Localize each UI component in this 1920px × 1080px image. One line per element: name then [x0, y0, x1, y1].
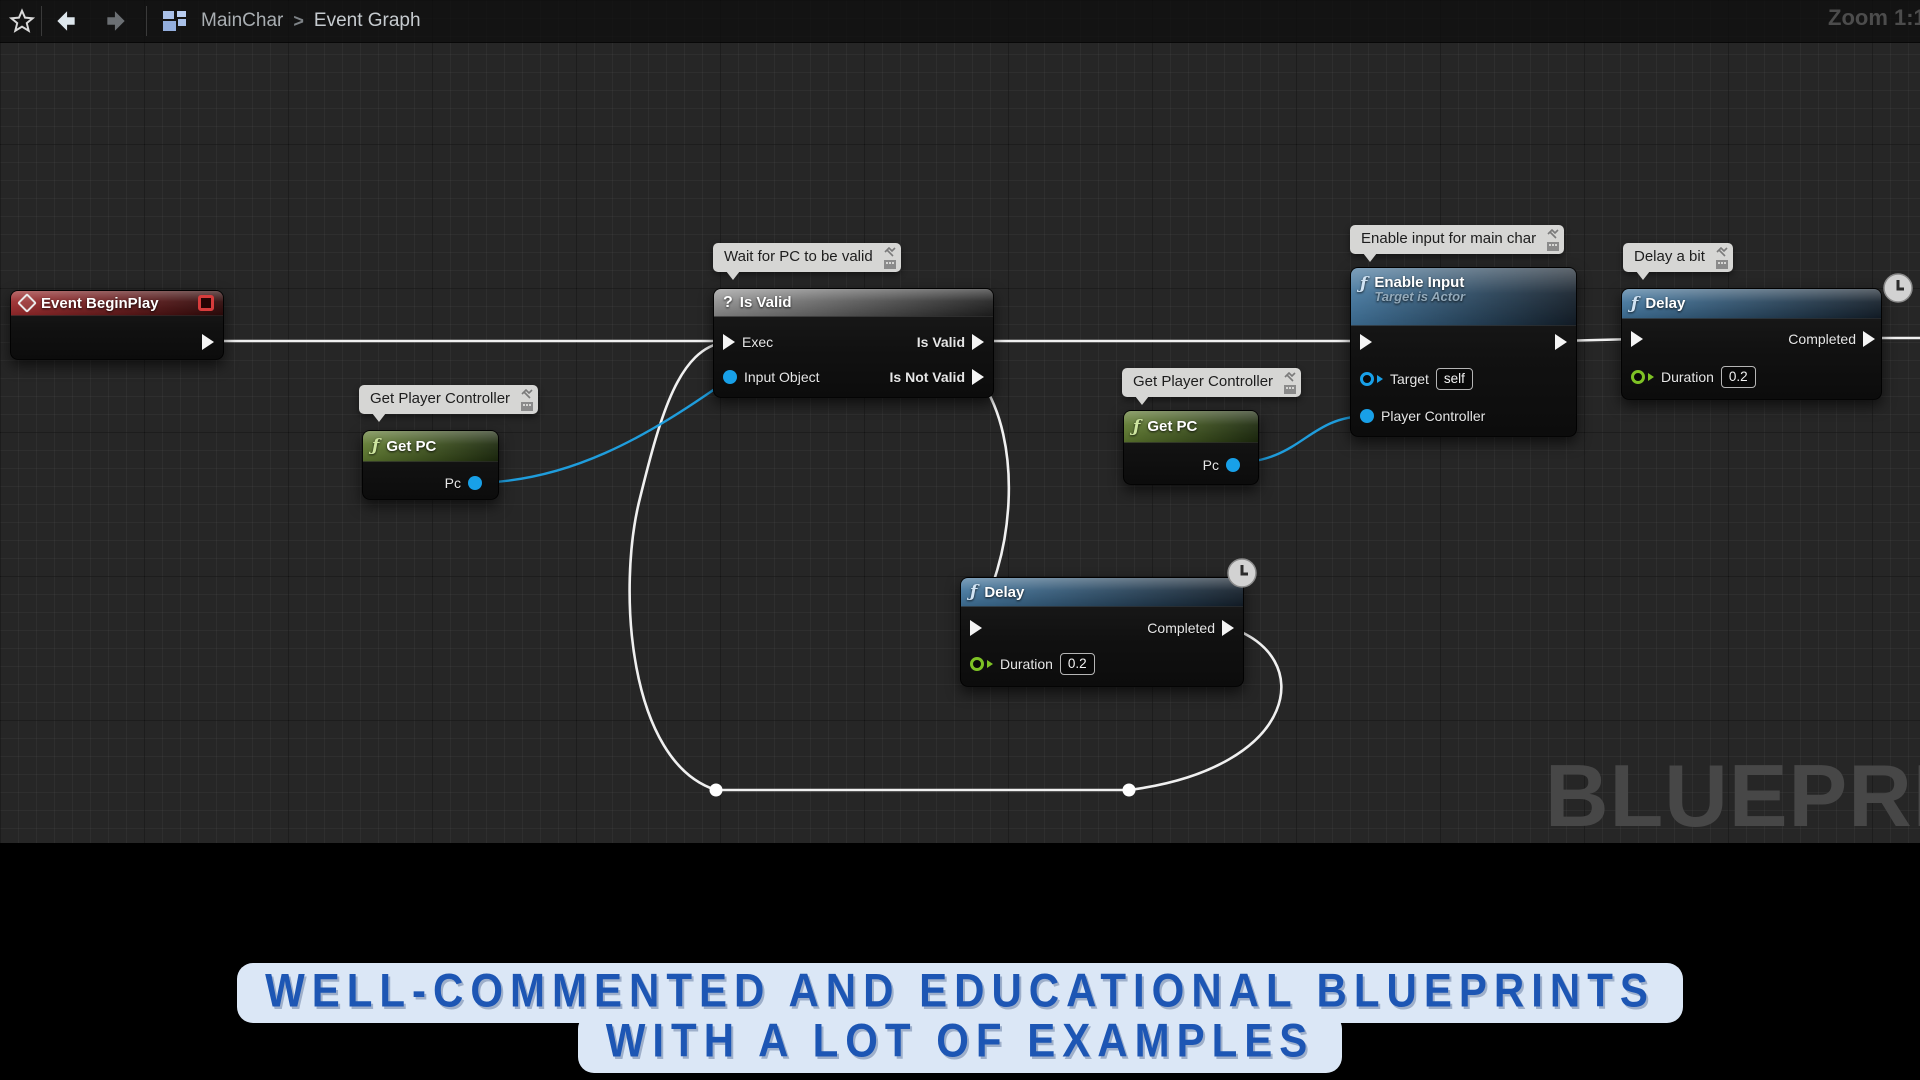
pin-pc-out[interactable]: Pc [1203, 455, 1240, 475]
comment-bubble-is-valid[interactable]: Wait for PC to be valid [713, 243, 901, 272]
pin-player-controller[interactable]: Player Controller [1360, 406, 1485, 426]
node-title: Delay [1645, 295, 1685, 312]
function-icon: ƒ [1133, 417, 1140, 437]
node-delay-end[interactable]: ƒ Delay Completed Duration 0.2 [1621, 288, 1882, 400]
nav-forward-button[interactable] [102, 8, 130, 34]
comment-bubble-enable-input[interactable]: Enable input for main char [1350, 225, 1564, 254]
comment-bubble-get-pc-1[interactable]: Get Player Controller [359, 385, 538, 414]
node-title: Delay [984, 584, 1024, 601]
toolbar-separator [146, 6, 147, 36]
node-is-valid[interactable]: ? Is Valid Exec Is Valid Input Object Is… [713, 288, 994, 398]
node-event-beginplay[interactable]: Event BeginPlay [10, 290, 224, 360]
toolbar-separator [41, 6, 42, 36]
duration-value-field[interactable]: 0.2 [1060, 653, 1095, 675]
node-title: Is Valid [740, 294, 792, 311]
pin-exec-out[interactable] [202, 332, 214, 352]
pin-duration[interactable]: Duration 0.2 [970, 654, 1095, 674]
comment-text: Wait for PC to be valid [724, 248, 873, 265]
pushpin-icon [1284, 372, 1296, 383]
pin-exec-in[interactable] [970, 618, 982, 638]
node-title: Event BeginPlay [41, 295, 159, 312]
function-icon: ƒ [970, 582, 977, 602]
nav-back-button[interactable] [52, 8, 80, 34]
function-icon: ƒ [1360, 274, 1367, 294]
star-icon [9, 8, 35, 34]
pin-target[interactable]: Target self [1360, 369, 1473, 389]
pin-exec-out[interactable] [1555, 332, 1567, 352]
node-get-pc-2[interactable]: ƒ Get PC Pc [1123, 410, 1259, 485]
zoom-level-indicator: Zoom 1:1 [1828, 5, 1920, 31]
pin-exec-in[interactable] [1631, 329, 1643, 349]
blueprint-graph-canvas[interactable]: BLUEPRINT Get Player Controller Wait for… [0, 0, 1920, 843]
favorite-star-button[interactable] [9, 8, 35, 34]
pin-pc-out[interactable]: Pc [445, 473, 482, 493]
wire-layer [0, 0, 1920, 843]
arrow-forward-icon [102, 8, 130, 34]
pin-exec-in[interactable] [1360, 332, 1372, 352]
node-delay-loop[interactable]: ƒ Delay Completed Duration 0.2 [960, 577, 1244, 687]
question-icon: ? [723, 294, 733, 312]
comment-text: Get Player Controller [1133, 373, 1273, 390]
pushpin-icon [884, 247, 896, 258]
comment-text: Get Player Controller [370, 390, 510, 407]
exec-wire-loop-up [630, 342, 725, 790]
comment-grid-icon [1716, 260, 1728, 269]
comment-bubble-delay[interactable]: Delay a bit [1623, 243, 1733, 272]
marketing-banner: WELL-COMMENTED AND EDUCATIONAL BLUEPRINT… [0, 963, 1920, 1073]
pushpin-icon [1547, 229, 1559, 240]
blueprint-class-icon [161, 8, 191, 34]
duration-value-field[interactable]: 0.2 [1721, 366, 1756, 388]
breadcrumb-asset[interactable]: MainChar [201, 10, 283, 32]
function-icon: ƒ [1631, 294, 1638, 314]
breadcrumb-graph[interactable]: Event Graph [314, 10, 421, 32]
comment-bubble-get-pc-2[interactable]: Get Player Controller [1122, 368, 1301, 397]
node-enable-input[interactable]: ƒ Enable Input Target is Actor Target se… [1350, 267, 1577, 437]
node-title: Get PC [386, 438, 436, 455]
comment-text: Enable input for main char [1361, 230, 1536, 247]
pin-duration[interactable]: Duration 0.2 [1631, 367, 1756, 387]
event-diamond-icon [17, 293, 37, 313]
arrow-back-icon [52, 8, 80, 34]
breadcrumb-chevron-icon: > [293, 11, 304, 32]
comment-grid-icon [1284, 385, 1296, 394]
reroute-node[interactable] [1123, 784, 1136, 797]
bottom-band: WELL-COMMENTED AND EDUCATIONAL BLUEPRINT… [0, 843, 1920, 1080]
event-badge-icon [198, 295, 214, 311]
latent-clock-icon [1227, 558, 1257, 588]
pin-completed-out[interactable]: Completed [1788, 329, 1875, 349]
comment-text: Delay a bit [1634, 248, 1705, 265]
pin-is-valid-out[interactable]: Is Valid [917, 332, 984, 352]
node-title: Get PC [1147, 418, 1197, 435]
comment-grid-icon [521, 402, 533, 411]
blueprint-watermark: BLUEPRINT [1545, 745, 1920, 843]
node-get-pc-1[interactable]: ƒ Get PC Pc [362, 430, 499, 500]
pin-exec-in[interactable]: Exec [723, 332, 773, 352]
target-value-field[interactable]: self [1436, 368, 1473, 390]
pin-is-not-valid-out[interactable]: Is Not Valid [890, 367, 984, 387]
reroute-node[interactable] [710, 784, 723, 797]
node-subtitle: Target is Actor [1374, 289, 1465, 304]
graph-toolbar: MainChar > Event Graph [0, 0, 1920, 43]
pin-input-object[interactable]: Input Object [723, 367, 820, 387]
pushpin-icon [1716, 247, 1728, 258]
banner-line-1: WELL-COMMENTED AND EDUCATIONAL BLUEPRINT… [265, 964, 1655, 1018]
latent-clock-icon [1883, 273, 1913, 303]
screenshot-root: BLUEPRINT Get Player Controller Wait for… [0, 0, 1920, 1080]
comment-grid-icon [884, 260, 896, 269]
pushpin-icon [521, 389, 533, 400]
banner-line-2: WITH A LOT OF EXAMPLES [606, 1014, 1315, 1068]
pin-completed-out[interactable]: Completed [1147, 618, 1234, 638]
comment-grid-icon [1547, 242, 1559, 251]
function-icon: ƒ [372, 436, 379, 456]
